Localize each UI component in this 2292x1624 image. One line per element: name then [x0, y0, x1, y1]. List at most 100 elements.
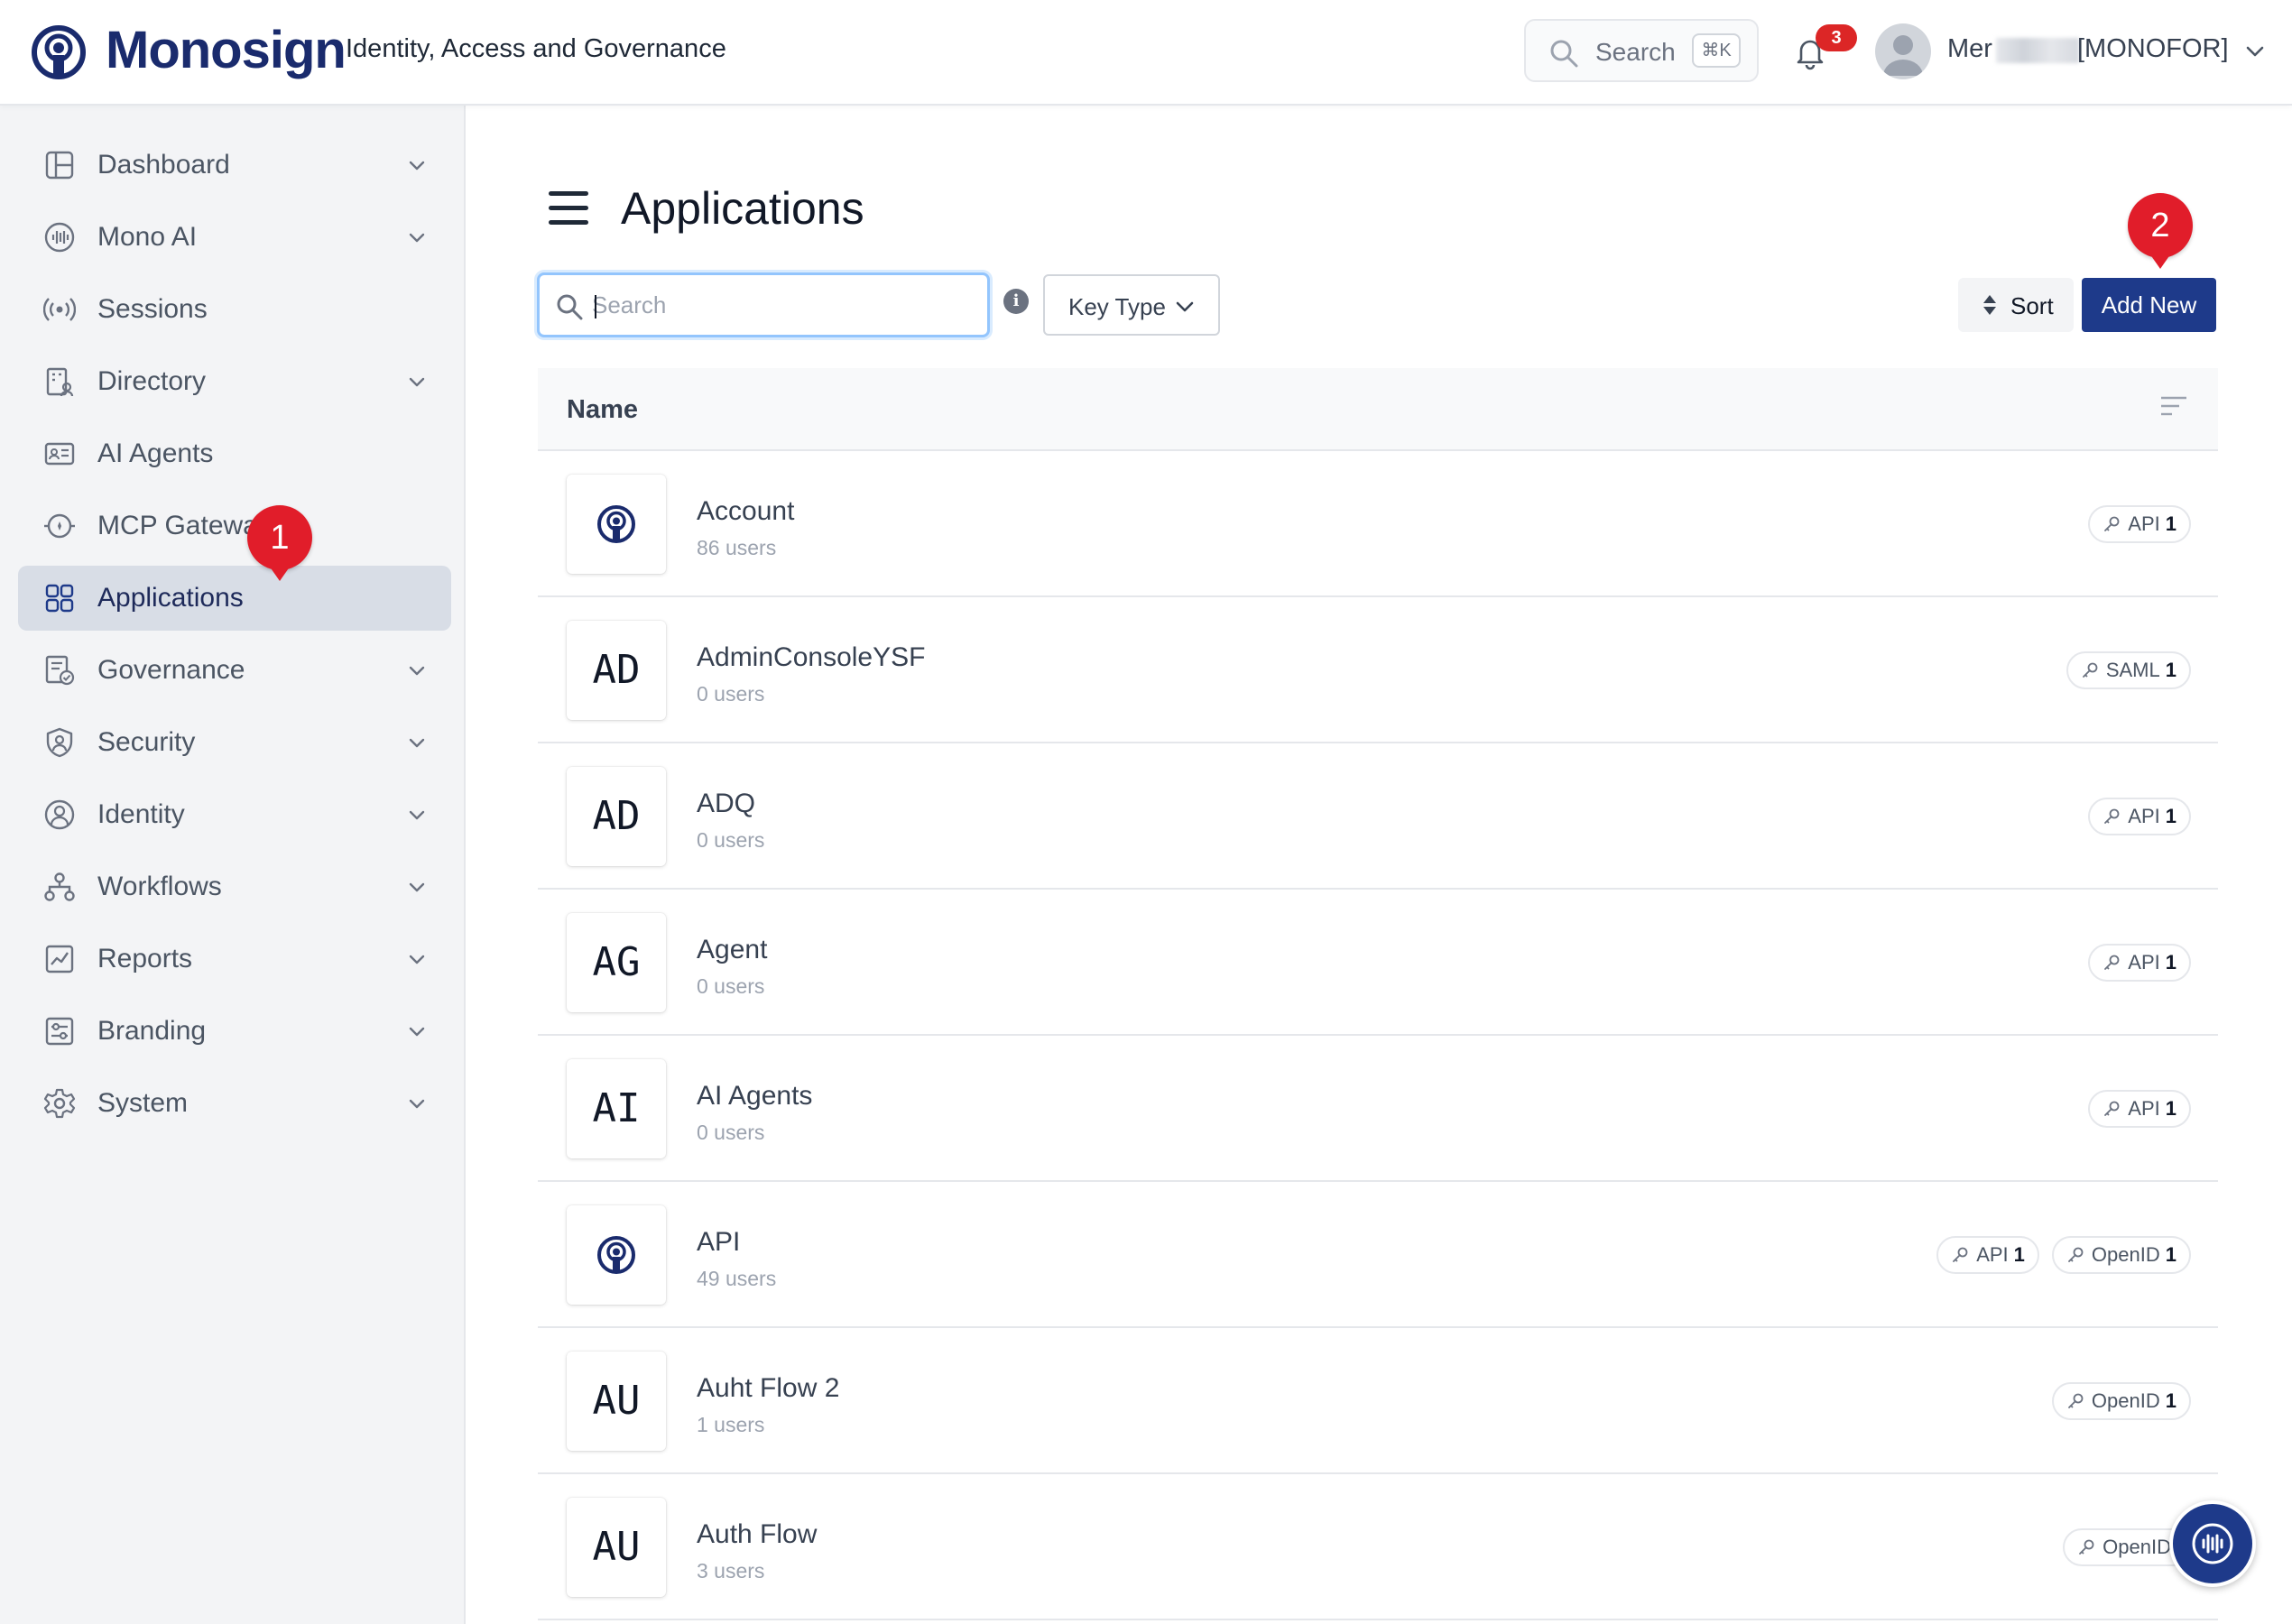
brand-tagline: Identity, Access and Governance [346, 34, 726, 63]
user-name[interactable]: Mer [1947, 34, 1992, 64]
chevron-down-icon [409, 1099, 425, 1109]
notification-count-badge: 3 [1816, 24, 1857, 51]
key-type-tag-label: OpenID [2091, 1389, 2160, 1412]
sidebar-item-mono-ai[interactable]: Mono AI [18, 205, 451, 270]
application-name[interactable]: AdminConsoleYSF [697, 642, 925, 673]
key-type-tags: API 1 [2088, 798, 2191, 835]
application-row[interactable]: AU Auth Flow 3 users OpenID [538, 1474, 2218, 1620]
sidebar-item-directory[interactable]: Directory [18, 349, 451, 414]
sidebar-item-label: Mono AI [97, 222, 198, 252]
chevron-down-icon [409, 377, 425, 387]
top-header: Monosign Identity, Access and Governance… [0, 0, 2292, 106]
column-header-name[interactable]: Name [567, 395, 638, 425]
key-icon [2104, 808, 2120, 824]
sidebar-item-applications[interactable]: Applications [18, 566, 451, 631]
sidebar-item-identity[interactable]: Identity [18, 782, 451, 847]
application-name[interactable]: ADQ [697, 789, 755, 819]
application-name[interactable]: Account [697, 496, 794, 527]
application-thumbnail: AU [567, 1498, 666, 1597]
workflow-icon [44, 872, 75, 901]
sidebar-item-label: MCP Gateway [97, 511, 272, 540]
application-row[interactable]: API 49 users API 1 OpenID 1 [538, 1182, 2218, 1328]
ai-wave-icon [2192, 1523, 2233, 1564]
application-row[interactable]: AI AI Agents 0 users API 1 [538, 1036, 2218, 1182]
key-type-filter-dropdown[interactable]: Key Type [1043, 274, 1220, 336]
application-name[interactable]: AI Agents [697, 1081, 812, 1112]
key-icon [2082, 662, 2098, 678]
user-organization[interactable]: [MONOFOR] [2077, 34, 2229, 64]
sidebar-item-sessions[interactable]: Sessions [18, 277, 451, 342]
application-user-count: 0 users [697, 828, 765, 852]
application-row[interactable]: AD AdminConsoleYSF 0 users SAML 1 [538, 597, 2218, 743]
sidebar-item-ai-agents[interactable]: AI Agents [18, 421, 451, 486]
chevron-down-icon [409, 955, 425, 964]
application-thumbnail [567, 475, 666, 574]
application-row[interactable]: AG Agent 0 users API 1 [538, 890, 2218, 1036]
sort-button[interactable]: Sort [1958, 278, 2074, 332]
ai-wave-icon [44, 222, 75, 253]
key-type-tag: API 1 [1936, 1236, 2039, 1274]
sidebar-item-system[interactable]: System [18, 1071, 451, 1136]
sidebar-item-label: Governance [97, 655, 245, 685]
application-thumbnail: AD [567, 621, 666, 720]
step-marker-1: 1 [247, 505, 312, 581]
chevron-down-icon [409, 810, 425, 820]
application-user-count: 0 users [697, 1121, 765, 1144]
sidebar-item-label: Workflows [97, 872, 222, 901]
key-type-tag: API 1 [2088, 1090, 2191, 1128]
sidebar-item-label: Dashboard [97, 150, 230, 180]
sidebar-item-label: System [97, 1088, 189, 1118]
application-row[interactable]: AU Auht Flow 2 1 users OpenID 1 [538, 1328, 2218, 1474]
info-icon[interactable]: i [1003, 289, 1029, 314]
application-name[interactable]: Agent [697, 935, 767, 965]
add-new-button[interactable]: Add New [2082, 278, 2216, 332]
application-name[interactable]: Auth Flow [697, 1519, 817, 1550]
chevron-down-icon [1176, 301, 1194, 312]
application-row[interactable]: AD ADQ 0 users API 1 [538, 743, 2218, 890]
key-icon [2104, 516, 2120, 531]
sliders-icon [45, 1017, 74, 1046]
key-type-tags: API 1 [2088, 944, 2191, 982]
filter-lines-icon[interactable] [2160, 395, 2187, 417]
key-type-tag: API 1 [2088, 798, 2191, 835]
key-type-tag-label: API [2128, 805, 2160, 827]
mono-ai-chat-button[interactable] [2169, 1500, 2256, 1587]
user-avatar[interactable] [1875, 23, 1931, 79]
sidebar-item-label: Directory [97, 366, 207, 396]
applications-search-field[interactable] [537, 272, 990, 337]
application-thumbnail: AI [567, 1059, 666, 1158]
sidebar-item-branding[interactable]: Branding [18, 999, 451, 1064]
monosign-logo-icon[interactable] [31, 24, 87, 80]
key-type-label: Key Type [1068, 293, 1166, 320]
key-type-tag-count: 1 [2165, 659, 2176, 681]
key-icon [1953, 1247, 1968, 1262]
global-search-label: Search [1595, 38, 1676, 66]
key-type-tag: OpenID 1 [2051, 1236, 2191, 1274]
brand-name[interactable]: Monosign [106, 20, 347, 80]
sidebar-item-workflows[interactable]: Workflows [18, 854, 451, 919]
sidebar-item-label: Security [97, 727, 196, 757]
applications-search-input[interactable] [592, 284, 971, 326]
sidebar-item-governance[interactable]: Governance [18, 638, 451, 703]
application-row[interactable]: Account 86 users API 1 [538, 451, 2218, 597]
chevron-down-icon[interactable] [2243, 40, 2267, 63]
key-type-tag: OpenID 1 [2051, 1382, 2191, 1420]
application-name[interactable]: API [697, 1227, 740, 1258]
key-icon [2068, 1393, 2084, 1408]
apps-grid-icon [45, 584, 74, 613]
sidebar-item-reports[interactable]: Reports [18, 927, 451, 992]
menu-toggle-button[interactable] [549, 191, 588, 226]
key-type-tag-count: 1 [2165, 805, 2176, 827]
application-name[interactable]: Auht Flow 2 [697, 1373, 839, 1404]
sidebar-item-mcp-gateway[interactable]: MCP Gateway [18, 494, 451, 558]
global-search-button[interactable]: Search ⌘K [1524, 19, 1759, 82]
dashboard-icon [45, 151, 74, 180]
sidebar-item-security[interactable]: Security [18, 710, 451, 775]
chart-icon [45, 945, 74, 973]
sidebar-item-dashboard[interactable]: Dashboard [18, 133, 451, 198]
key-type-tags: API 1 [2088, 505, 2191, 543]
application-user-count: 86 users [697, 536, 777, 559]
key-type-tag-count: 1 [2165, 1389, 2176, 1412]
key-icon [2104, 955, 2120, 970]
sidebar-item-label: Branding [97, 1016, 207, 1046]
